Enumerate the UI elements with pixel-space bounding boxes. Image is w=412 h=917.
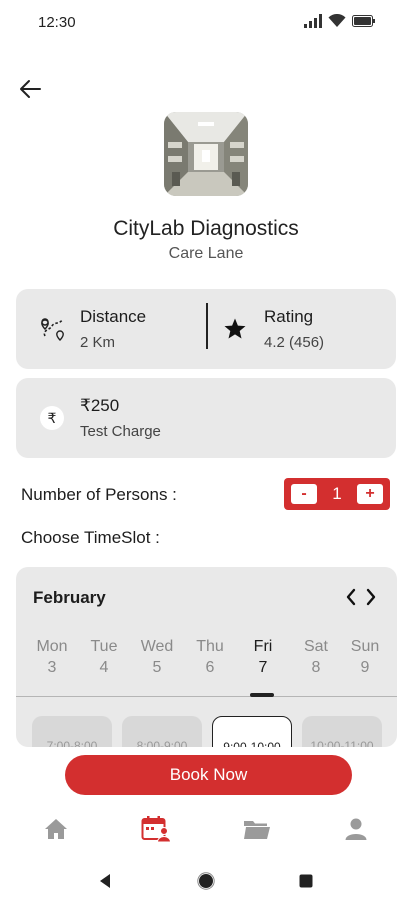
system-nav-bar [0,858,412,902]
route-map-icon [41,318,64,342]
day-name: Sat [303,638,328,655]
nav-profile[interactable] [341,814,371,844]
day-name: Wed [140,638,174,655]
next-month-button[interactable] [363,587,379,607]
selected-day-indicator [250,693,274,697]
status-time: 12:30 [38,14,76,31]
system-recents-button[interactable] [295,870,317,892]
status-bar: 12:30 [0,0,412,44]
day-fri[interactable]: Fri 7 [241,638,285,677]
charge-amount: ₹250 [80,396,120,415]
day-name: Fri [253,638,273,655]
day-sun[interactable]: Sun 9 [343,638,387,677]
lab-photo [164,112,248,196]
calendar-divider [16,696,397,697]
persons-count: 1 [332,484,342,503]
day-tue[interactable]: Tue 4 [82,638,126,677]
persons-stepper: - 1 + [284,478,390,510]
day-number: 4 [99,659,109,676]
rupee-icon: ₹ [40,406,64,430]
arrow-left-icon [20,80,41,98]
day-name: Tue [90,638,118,655]
nav-bookings[interactable] [141,814,171,844]
star-icon [224,318,246,339]
day-name: Mon [36,638,68,655]
rating-value: 4.2 (456) [264,334,325,351]
day-number: 3 [47,659,57,676]
chevron-left-icon [346,588,356,606]
day-wed[interactable]: Wed 5 [135,638,179,677]
day-number: 9 [360,659,370,676]
rating-label: Rating [264,307,314,326]
info-card: Distance 2 Km Rating 4.2 (456) [16,289,396,369]
system-home-button[interactable] [195,870,217,892]
day-number: 8 [311,659,321,676]
charge-card: ₹ ₹250 Test Charge [16,378,396,458]
status-icons [304,14,376,28]
distance-label: Distance [80,307,147,326]
wifi-icon [328,14,346,27]
home-icon [45,819,67,839]
day-name: Thu [196,638,224,655]
distance-block: Distance 2 Km [16,289,206,369]
month-label: February [33,588,106,607]
day-number: 5 [152,659,162,676]
decrement-button[interactable]: - [291,484,317,504]
back-button[interactable] [18,76,44,102]
month-nav [343,587,379,607]
battery-icon [352,15,375,27]
lab-location: Care Lane [168,245,244,262]
timeslot-option[interactable]: 7:00-8:00 [32,716,112,747]
day-sat[interactable]: Sat 8 [294,638,338,677]
day-number: 7 [258,659,268,676]
day-number: 6 [205,659,215,676]
home-circle-icon [197,872,215,890]
day-thu[interactable]: Thu 6 [188,638,232,677]
nav-home[interactable] [41,814,71,844]
calendar-card: February Mon 3 Tue 4 Wed 5 Thu 6 Fri 7 S… [16,567,397,747]
prev-month-button[interactable] [343,587,359,607]
timeslot-option[interactable]: 10:00-11:00 [302,716,382,747]
bottom-nav [0,806,412,852]
day-name: Sun [350,638,380,655]
person-icon [345,818,367,840]
system-back-button[interactable] [94,870,116,892]
day-mon[interactable]: Mon 3 [30,638,74,677]
signal-icon [304,14,322,28]
nav-reports[interactable] [242,814,272,844]
chevron-right-icon [366,588,376,606]
timeslot-option-selected[interactable]: 9:00-10:00 [212,716,292,747]
increment-button[interactable]: + [357,484,383,504]
book-now-button[interactable]: Book Now [65,755,352,795]
distance-value: 2 Km [80,334,116,351]
rating-block: Rating 4.2 (456) [207,289,396,369]
folder-icon [244,821,270,839]
timeslot-option[interactable]: 8:00-9:00 [122,716,202,747]
lab-name: CityLab Diagnostics [113,217,299,240]
timeslot-label: Choose TimeSlot : [21,528,160,547]
calendar-user-icon [141,816,171,843]
back-triangle-icon [100,874,110,888]
charge-label: Test Charge [80,423,161,440]
recents-square-icon [299,874,313,888]
persons-label: Number of Persons : [21,485,177,504]
